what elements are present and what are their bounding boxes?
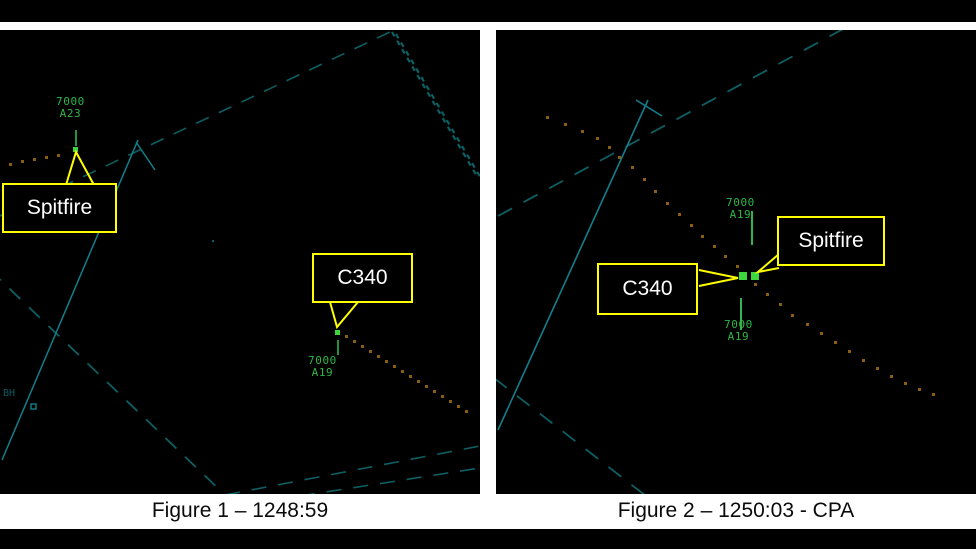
callout-spitfire-fig2[interactable]: Spitfire: [777, 216, 885, 266]
scope-dot: [212, 240, 214, 242]
target-spitfire-symbol[interactable]: [73, 130, 78, 152]
caption-figure-1: Figure 1 – 1248:59: [151, 499, 329, 522]
caption-figure-2: Figure 2 – 1250:03 - CPA: [617, 499, 855, 522]
history-trail-c340: [345, 335, 468, 413]
letterbox-bottom-bar: [0, 529, 976, 549]
radar-panel-figure-2[interactable]: 7000 A19 7000 A19: [496, 30, 976, 494]
callout-c340-fig1[interactable]: C340: [312, 253, 413, 303]
history-trail-spitfire: [9, 154, 60, 166]
target-spitfire-symbol[interactable]: [751, 211, 759, 280]
callout-tail-spitfire: [754, 253, 780, 274]
callout-spitfire-fig1[interactable]: Spitfire: [2, 183, 117, 233]
radar-scope-figure-2: [496, 30, 935, 494]
target-c340-symbol[interactable]: [335, 330, 340, 355]
callout-tail-spitfire: [65, 149, 95, 186]
target-c340-symbol[interactable]: [739, 272, 747, 330]
callout-tail-c340: [698, 269, 739, 287]
callout-tail-c340: [329, 301, 359, 330]
letterbox-top-bar: [0, 0, 976, 22]
callout-c340-fig2[interactable]: C340: [597, 263, 698, 315]
screenshot-root: BH 7000 A23 7000 A19 Spitfire C340 7000 …: [0, 0, 976, 549]
